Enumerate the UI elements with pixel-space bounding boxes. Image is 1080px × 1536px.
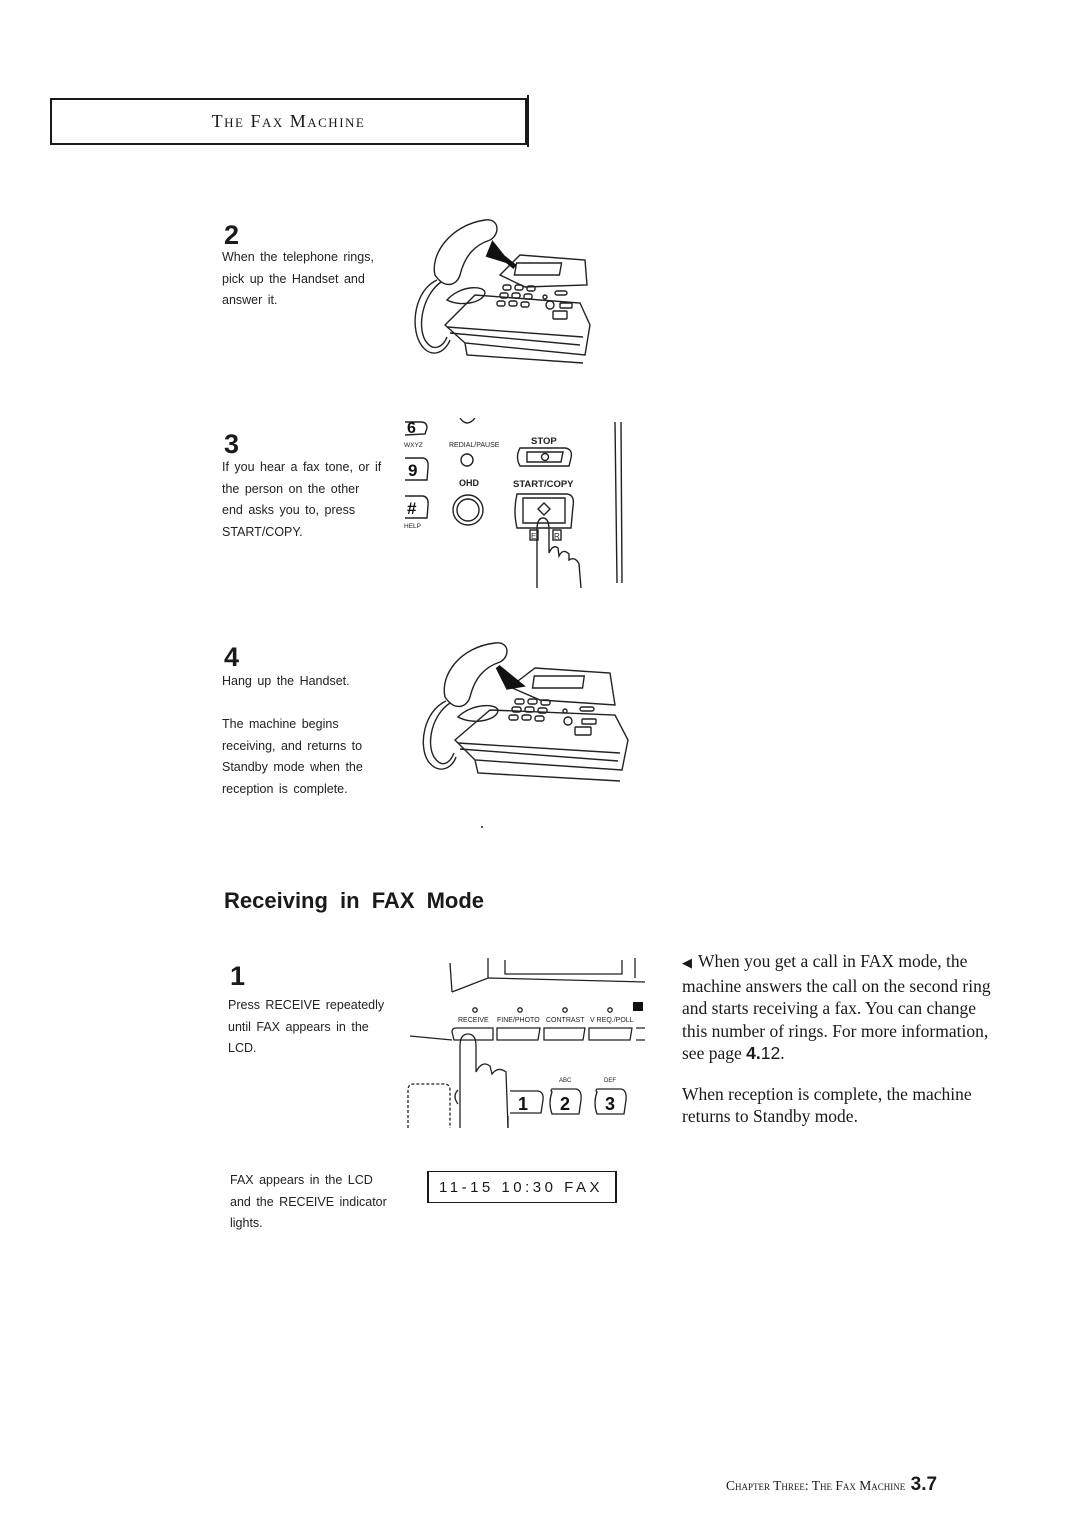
footer-chapter: Chapter Three: The Fax Machine — [726, 1478, 906, 1493]
note-text-end: . — [780, 1043, 785, 1063]
contrast-button — [543, 1027, 586, 1041]
pointer-arrow-icon: ◀ — [682, 955, 692, 970]
page-footer: Chapter Three: The Fax Machine 3.7 — [726, 1474, 937, 1496]
text-line: FAX appears in the LCD — [230, 1173, 373, 1187]
key-2-label: 2 — [560, 1094, 570, 1114]
receive-button — [451, 1027, 494, 1041]
key-hash-label: # — [407, 499, 417, 518]
step-2-number: 2 — [224, 220, 240, 250]
fax-machine-hangup-illustration — [422, 642, 629, 782]
step-2-text: When the telephone rings, pick up the Ha… — [222, 247, 392, 312]
control-panel-receive-illustration: RECEIVE FINE/PHOTO CONTRAST V REQ./POLL … — [407, 958, 645, 1128]
key-3-label: 3 — [605, 1094, 615, 1114]
page-ref-bold: 4. — [746, 1043, 761, 1063]
r-label: R — [554, 532, 560, 541]
step-4-text: Hang up the Handset. The machine begins … — [222, 671, 392, 800]
fax-machine-icon — [414, 219, 591, 364]
ohd-label: OHD — [459, 478, 480, 488]
fax-machine-pickup-illustration — [414, 219, 591, 364]
text-line: If you hear a fax tone, or if — [222, 460, 382, 474]
receive-label: RECEIVE — [458, 1017, 489, 1024]
text-line: Standby mode when the — [222, 760, 363, 774]
text-line: Press RECEIVE repeatedly — [228, 998, 385, 1012]
page-ref: 12 — [760, 1043, 781, 1063]
text-line: When the telephone rings, — [222, 250, 374, 264]
fax-machine-icon — [422, 642, 629, 782]
arrow-down-icon — [495, 665, 526, 690]
start-copy-label: START/COPY — [513, 479, 574, 490]
note-paragraph-1: ◀ When you get a call in FAX mode, the ma… — [682, 950, 992, 1065]
step-3-number: 3 — [224, 429, 240, 459]
lcd-caption: FAX appears in the LCD and the RECEIVE i… — [230, 1170, 410, 1235]
vreq-poll-label: V REQ./POLL — [590, 1017, 634, 1024]
text-line: and the RECEIVE indicator — [230, 1194, 387, 1209]
note-text: When you get a call in FAX mode, the mac… — [682, 951, 991, 1063]
contrast-label: CONTRAST — [546, 1017, 585, 1024]
key-9-label: 9 — [408, 461, 417, 480]
text-line: LCD. — [228, 1041, 257, 1055]
abc-label: ABC — [559, 1078, 572, 1084]
fine-photo-button — [496, 1027, 541, 1041]
text-line: until FAX appears in the — [228, 1019, 369, 1034]
step-4-number: 4 — [224, 642, 240, 672]
redial-pause-label: REDIAL/PAUSE — [449, 442, 500, 449]
key-6-label: 6 — [407, 420, 416, 437]
vreq-poll-indicator — [607, 1007, 613, 1013]
section-step-1-number: 1 — [230, 961, 246, 991]
step-3-text: If you hear a fax tone, or if the person… — [222, 457, 392, 543]
text-line: lights. — [230, 1216, 263, 1230]
e-label: E — [531, 532, 536, 541]
text-line: Hang up the Handset. — [222, 674, 350, 688]
text-line: the person on the other — [222, 481, 360, 496]
text-line: end asks you to, press — [222, 503, 356, 517]
info-note: ◀ When you get a call in FAX mode, the ma… — [682, 950, 992, 1146]
wxyz-label: WXYZ — [404, 442, 423, 449]
stop-button — [516, 447, 573, 467]
fine-photo-indicator — [517, 1007, 523, 1013]
stray-dot — [481, 826, 483, 828]
page-number: 3.7 — [910, 1474, 938, 1495]
page-header-title: The Fax Machine — [211, 111, 366, 131]
fine-photo-label: FINE/PHOTO — [497, 1017, 540, 1024]
text-line: The machine begins — [222, 717, 339, 731]
extra-button-label-icon — [633, 1002, 643, 1011]
section-title: Receiving in FAX Mode — [224, 888, 485, 913]
vreq-poll-button — [588, 1027, 633, 1041]
contrast-indicator — [562, 1007, 568, 1013]
text-line: reception is complete. — [222, 781, 348, 796]
section-step-1-text: Press RECEIVE repeatedly until FAX appea… — [228, 995, 403, 1060]
key-1-label: 1 — [518, 1094, 528, 1114]
arrow-up-icon — [485, 240, 517, 269]
def-label: DEF — [604, 1078, 616, 1084]
stop-label: STOP — [531, 436, 557, 447]
text-line: receiving, and returns to — [222, 738, 363, 753]
control-panel-start-copy-illustration: 6 9 # WXYZ HELP REDIAL/PAUSE OHD STOP ST… — [404, 418, 623, 588]
text-line: START/COPY. — [222, 524, 303, 539]
text-line: answer it. — [222, 293, 278, 307]
help-label: HELP — [404, 523, 421, 530]
receive-indicator — [472, 1007, 478, 1013]
lcd-display: 11-15 10:30 FAX — [427, 1171, 617, 1203]
note-paragraph-2: When reception is complete, the machine … — [682, 1083, 972, 1127]
header-rule — [527, 95, 529, 147]
text-line: pick up the Handset and — [222, 271, 365, 286]
redial-pause-button — [460, 453, 474, 467]
